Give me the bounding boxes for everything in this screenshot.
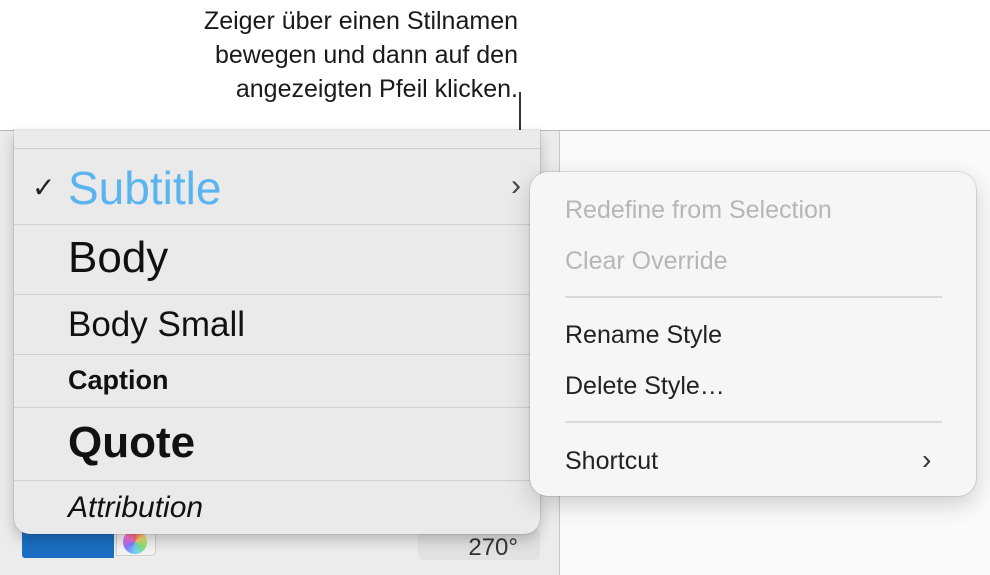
style-item-label: Quote <box>68 418 196 467</box>
style-item-attribution[interactable]: Attribution <box>14 481 540 534</box>
menu-item-redefine-from-selection: Redefine from Selection <box>565 196 832 224</box>
menu-item-rename-style[interactable]: Rename Style <box>565 321 722 350</box>
style-item-subtitle[interactable]: ✓ Subtitle › <box>14 149 540 225</box>
callout-line-3: angezeigten Pfeil klicken. <box>235 75 518 103</box>
style-item-label: Body Small <box>68 305 246 344</box>
menu-separator <box>565 421 942 423</box>
style-item-label: Attribution <box>68 491 204 524</box>
color-well[interactable] <box>22 530 114 558</box>
menu-separator <box>565 296 942 298</box>
screenshot-stage: Zeiger über einen Stilnamen bewegen und … <box>0 0 990 575</box>
style-item-label: Body <box>68 233 169 282</box>
paragraph-style-list: ✓ Subtitle › Body Body Small Caption Quo… <box>14 130 540 534</box>
style-item-label: Subtitle <box>68 162 222 214</box>
callout-line-2: bewegen und dann auf den <box>214 41 518 69</box>
menu-item-shortcut[interactable]: Shortcut <box>565 447 658 476</box>
callout-text: Zeiger über einen Stilnamen bewegen und … <box>98 4 518 106</box>
callout-line-1: Zeiger über einen Stilnamen <box>203 7 518 35</box>
chevron-right-icon[interactable]: › <box>511 169 521 203</box>
menu-item-delete-style[interactable]: Delete Style… <box>565 372 725 401</box>
checkmark-icon: ✓ <box>32 172 56 203</box>
menu-item-clear-override: Clear Override <box>565 247 728 275</box>
chevron-right-icon: › <box>922 444 932 475</box>
style-item-body[interactable]: Body <box>14 225 540 295</box>
style-item-body-small[interactable]: Body Small <box>14 295 540 355</box>
style-item-label: Caption <box>68 365 169 395</box>
style-item-quote[interactable]: Quote <box>14 408 540 481</box>
style-item-caption[interactable]: Caption <box>14 355 540 408</box>
list-item-partial <box>14 130 540 149</box>
style-context-menu: Redefine from Selection Clear Override R… <box>530 172 976 496</box>
